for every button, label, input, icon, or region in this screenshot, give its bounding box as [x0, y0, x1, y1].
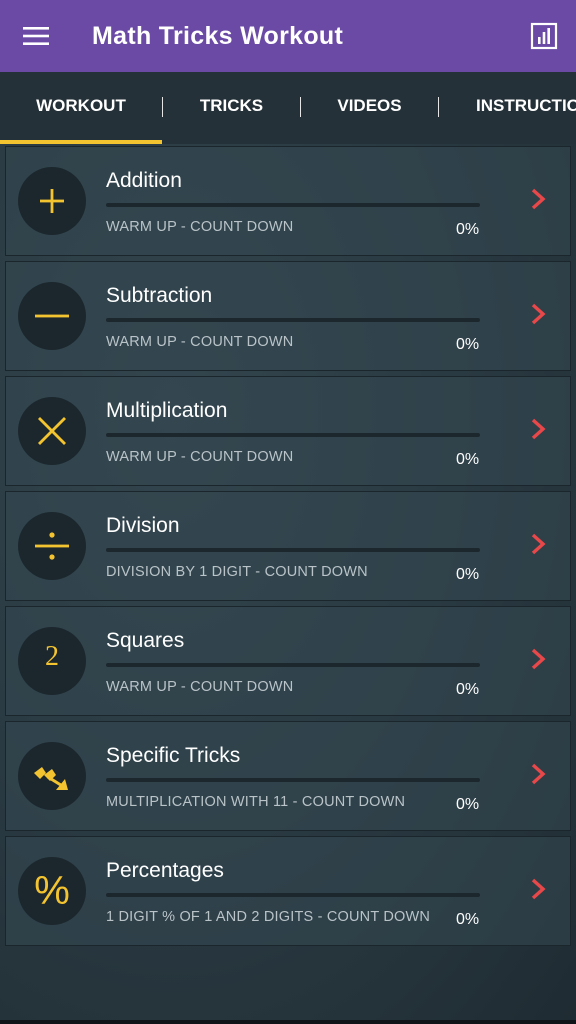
app-title: Math Tricks Workout [92, 21, 344, 50]
progress-bar [106, 203, 480, 207]
bar-chart-icon [530, 22, 558, 50]
progress-percent: 0% [456, 796, 480, 813]
tab-workout[interactable]: WORKOUT [0, 72, 162, 140]
progress-percent: 0% [456, 911, 480, 928]
chevron-right-icon [531, 648, 546, 670]
workout-title: Division [106, 514, 180, 537]
workout-title: Squares [106, 629, 185, 652]
workout-title: Subtraction [106, 284, 213, 307]
workout-subtitle: WARM UP - COUNT DOWN [106, 449, 294, 465]
workout-title: Multiplication [106, 399, 228, 422]
app-bar: Math Tricks Workout [0, 0, 576, 72]
workout-title: Addition [106, 169, 182, 192]
stats-button[interactable] [530, 22, 558, 50]
chevron-right-icon [531, 188, 546, 210]
progress-percent: 0% [456, 451, 480, 468]
workout-card-squares[interactable]: 2 Squares WARM UP - COUNT DOWN 0% [5, 606, 571, 716]
squares-symbol: 2 [45, 641, 59, 672]
workout-subtitle: 1 DIGIT % OF 1 AND 2 DIGITS - COUNT DOWN [106, 909, 431, 925]
workout-card-multiplication[interactable]: Multiplication WARM UP - COUNT DOWN 0% [5, 376, 571, 486]
progress-percent: 0% [456, 336, 480, 353]
workout-subtitle: WARM UP - COUNT DOWN [106, 334, 294, 350]
chevron-right-icon [531, 303, 546, 325]
magic-arrow-icon [18, 742, 86, 810]
squares-icon: 2 [18, 627, 86, 695]
progress-bar [106, 318, 480, 322]
chevron-right-icon [531, 878, 546, 900]
tab-divider [438, 97, 439, 117]
percent-symbol: % [34, 868, 70, 913]
multiply-icon [18, 397, 86, 465]
progress-bar [106, 778, 480, 782]
workout-card-addition[interactable]: Addition WARM UP - COUNT DOWN 0% [5, 146, 571, 256]
workout-subtitle: WARM UP - COUNT DOWN [106, 679, 294, 695]
workout-title: Percentages [106, 859, 224, 882]
progress-bar [106, 433, 480, 437]
workout-card-division[interactable]: Division DIVISION BY 1 DIGIT - COUNT DOW… [5, 491, 571, 601]
workout-subtitle: DIVISION BY 1 DIGIT - COUNT DOWN [106, 564, 368, 580]
progress-bar [106, 663, 480, 667]
progress-bar [106, 548, 480, 552]
tab-tricks[interactable]: TRICKS [163, 72, 300, 140]
tab-videos[interactable]: VIDEOS [301, 72, 438, 140]
progress-bar [106, 893, 480, 897]
progress-percent: 0% [456, 221, 480, 238]
minus-icon [18, 282, 86, 350]
workout-title: Specific Tricks [106, 744, 241, 767]
menu-button[interactable] [0, 0, 72, 72]
workout-subtitle: MULTIPLICATION WITH 11 - COUNT DOWN [106, 794, 406, 810]
hamburger-icon [23, 27, 49, 45]
workout-subtitle: WARM UP - COUNT DOWN [106, 219, 294, 235]
percent-icon: % [18, 857, 86, 925]
tab-instructions[interactable]: INSTRUCTIONS [476, 72, 576, 140]
tab-bar: WORKOUT TRICKS VIDEOS INSTRUCTIONS [0, 72, 576, 144]
chevron-right-icon [531, 763, 546, 785]
active-tab-indicator [0, 140, 162, 144]
divide-icon [18, 512, 86, 580]
workout-card-subtraction[interactable]: Subtraction WARM UP - COUNT DOWN 0% [5, 261, 571, 371]
chevron-right-icon [531, 533, 546, 555]
chevron-right-icon [531, 418, 546, 440]
workout-card-percentages[interactable]: % Percentages 1 DIGIT % OF 1 AND 2 DIGIT… [5, 836, 571, 946]
progress-percent: 0% [456, 566, 480, 583]
plus-icon [18, 167, 86, 235]
workout-card-specific-tricks[interactable]: Specific Tricks MULTIPLICATION WITH 11 -… [5, 721, 571, 831]
bottom-edge [0, 1020, 576, 1024]
progress-percent: 0% [456, 681, 480, 698]
